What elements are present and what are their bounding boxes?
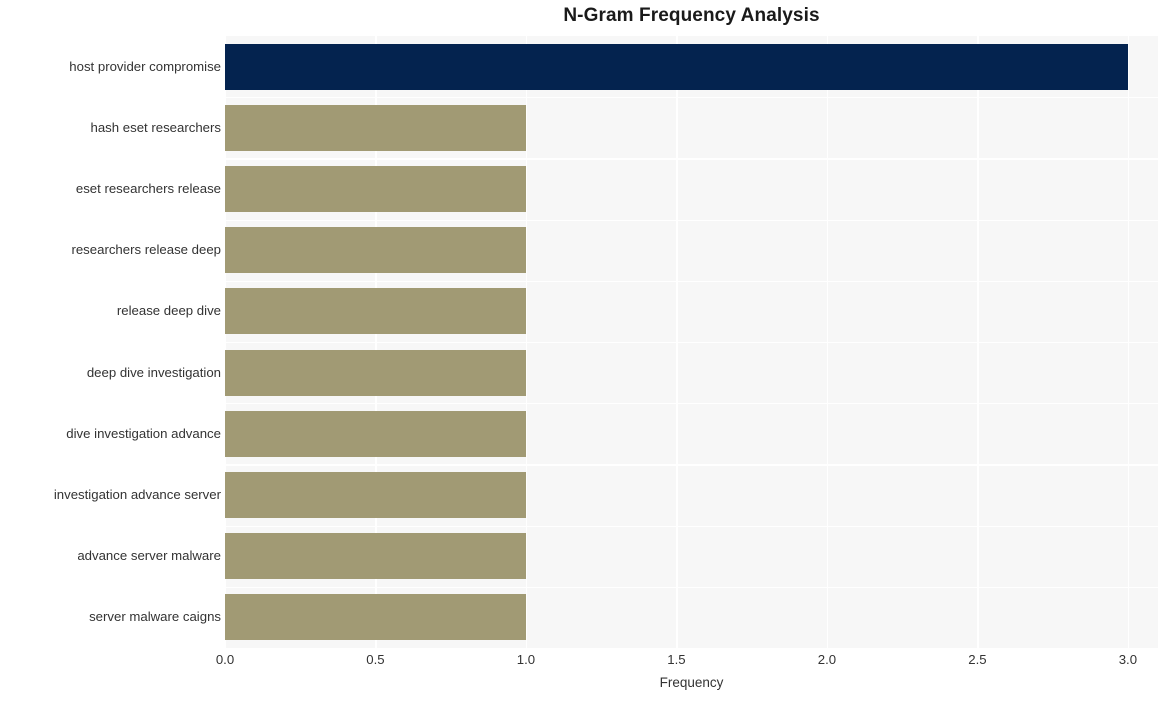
bar[interactable] (225, 43, 1128, 90)
bar[interactable] (225, 349, 526, 396)
y-gridline (225, 525, 1158, 527)
x-axis-tick-label: 2.5 (968, 652, 987, 667)
y-axis-tick-label: advance server malware (77, 548, 221, 564)
x-axis-tick-label: 3.0 (1118, 652, 1138, 667)
x-axis-tick-label: 1.0 (516, 652, 536, 667)
y-gridline (225, 403, 1158, 405)
bar[interactable] (225, 104, 526, 151)
y-axis-tick-label: server malware caigns (89, 609, 221, 625)
y-axis-tick-label: deep dive investigation (86, 364, 221, 380)
plot-area (225, 36, 1158, 648)
y-axis-tick-label: release deep dive (116, 303, 221, 319)
y-gridline (225, 219, 1158, 221)
y-gridline (225, 586, 1158, 589)
y-axis-tick-label: researchers release deep (71, 242, 221, 258)
y-axis-tick-label: hash eset researchers (90, 119, 221, 135)
y-axis-tick-label: eset researchers release (75, 181, 221, 196)
y-gridline (225, 342, 1158, 344)
bar[interactable] (225, 166, 526, 212)
y-gridline (225, 280, 1158, 283)
y-axis-tick-label: investigation advance server (53, 487, 221, 502)
bar[interactable] (225, 472, 526, 518)
y-gridline (225, 97, 1158, 99)
y-axis-tick-label: host provider compromise (69, 58, 221, 74)
page-title: N-Gram Frequency Analysis (563, 5, 820, 26)
x-axis-tick-label: 1.5 (667, 652, 686, 667)
bar[interactable] (225, 227, 526, 274)
x-axis-label: Frequency (659, 675, 724, 690)
x-axis-tick-label: 2.0 (817, 652, 837, 667)
bar[interactable] (225, 410, 526, 457)
bar[interactable] (225, 288, 526, 335)
x-axis-tick-label: 0.0 (215, 652, 235, 667)
y-gridline (225, 464, 1158, 466)
bar[interactable] (225, 594, 526, 641)
bar[interactable] (225, 533, 526, 580)
y-gridline (225, 158, 1158, 160)
y-axis-tick-labels: host provider compromise hash eset resear… (0, 36, 221, 648)
x-axis-tick-label: 0.5 (366, 652, 385, 667)
x-axis-tick-labels: 0.0 0.5 1.0 1.5 2.0 2.5 3.0 (0, 652, 1166, 672)
ngram-bar-chart-figure: N-Gram Frequency Analysis host provider … (0, 0, 1166, 701)
y-axis-tick-label: dive investigation advance (66, 425, 221, 441)
